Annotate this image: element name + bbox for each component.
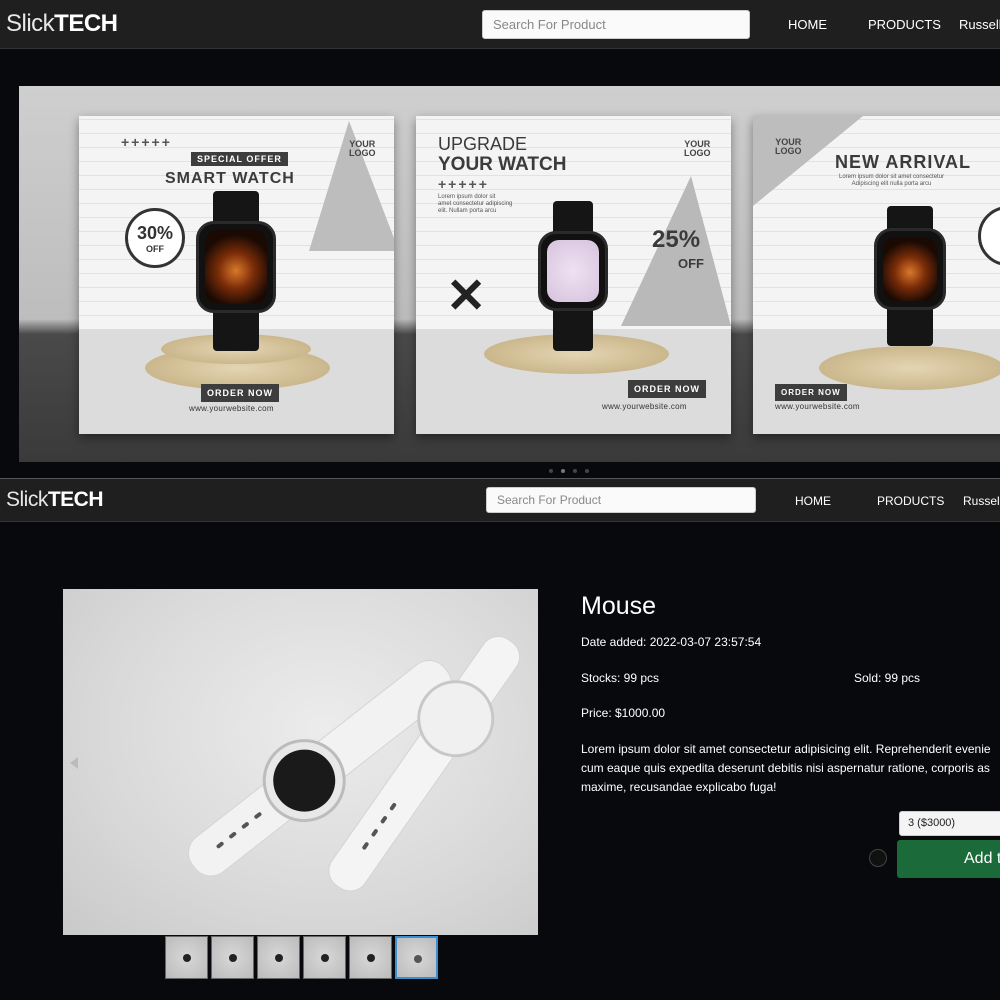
search-input[interactable]: Search For Product bbox=[486, 487, 756, 513]
product-date-added: Date added: 2022-03-07 23:57:54 bbox=[581, 635, 762, 649]
product-stocks: Stocks: 99 pcs bbox=[581, 671, 660, 685]
watch-case bbox=[196, 221, 276, 313]
nav-products-link[interactable]: PRODUCTS bbox=[877, 494, 944, 508]
product-title: Mouse bbox=[581, 592, 657, 620]
plus-pattern: +++++ bbox=[121, 134, 172, 150]
thumbnail-5[interactable] bbox=[349, 936, 392, 979]
nav-products-link[interactable]: PRODUCTS bbox=[868, 17, 941, 32]
nav-user-link[interactable]: Russell bbox=[959, 17, 1000, 32]
slide-small-text: Lorem ipsum dolor sit amet consectetur A… bbox=[839, 174, 945, 187]
order-now-button[interactable]: ORDER NOW bbox=[201, 384, 279, 402]
nav-user-link[interactable]: Russell bbox=[963, 494, 1000, 508]
carousel-dot-2[interactable] bbox=[561, 469, 565, 473]
thumbnail-2[interactable] bbox=[211, 936, 254, 979]
brand-logo-bold: TECH bbox=[54, 10, 118, 37]
carousel-dot-4[interactable] bbox=[585, 469, 589, 473]
top-navbar: SlickTECH Search For Product HOME PRODUC… bbox=[0, 0, 1000, 49]
your-logo-label: YOUR LOGO bbox=[684, 139, 711, 158]
carousel-indicators bbox=[549, 469, 589, 473]
carousel-dot-1[interactable] bbox=[549, 469, 553, 473]
product-main-image[interactable] bbox=[63, 589, 538, 935]
discount-off: OFF bbox=[678, 256, 704, 271]
watches-illustration bbox=[187, 635, 521, 892]
carousel-slide-3[interactable]: YOUR LOGO NEW ARRIVAL Lorem ipsum dolor … bbox=[753, 116, 1000, 434]
product-description: Lorem ipsum dolor sit amet consectetur a… bbox=[581, 742, 991, 794]
plus-pattern: +++++ bbox=[438, 176, 489, 192]
brand-logo[interactable]: SlickTECH bbox=[6, 488, 104, 512]
smartwatch-image bbox=[533, 201, 613, 356]
brand-logo-light: Slick bbox=[6, 10, 55, 37]
thumbnail-1[interactable] bbox=[165, 936, 208, 979]
discount-badge: 30% OFF bbox=[125, 208, 185, 268]
hero-carousel[interactable]: +++++ YOUR LOGO SPECIAL OFFER SMART WATC… bbox=[19, 86, 1000, 462]
website-url: www.yourwebsite.com bbox=[775, 402, 860, 411]
carousel-slide-2[interactable]: UPGRADE YOUR WATCH +++++ Lorem ipsum dol… bbox=[416, 116, 731, 434]
product-sold: Sold: 99 pcs bbox=[854, 671, 921, 685]
discount-value: 25% bbox=[652, 226, 701, 253]
image-prev-arrow-icon[interactable] bbox=[70, 757, 78, 769]
thumbnail-3[interactable] bbox=[257, 936, 300, 979]
thumbnail-6[interactable] bbox=[395, 936, 438, 979]
watch-case bbox=[874, 228, 946, 310]
watch-face bbox=[205, 230, 267, 304]
slide-headline-2: YOUR WATCH bbox=[438, 154, 567, 175]
thumbnail-strip bbox=[165, 936, 438, 979]
search-input[interactable]: Search For Product bbox=[482, 10, 750, 39]
discount-value: 30% bbox=[136, 223, 174, 243]
slide-headline: NEW ARRIVAL bbox=[835, 152, 971, 172]
carousel-dot-3[interactable] bbox=[573, 469, 577, 473]
slide-headline-1: UPGRADE bbox=[438, 134, 528, 154]
top-navbar-product-page: SlickTECH Search For Product HOME PRODUC… bbox=[0, 478, 1000, 522]
brand-logo[interactable]: SlickTECH bbox=[6, 10, 118, 38]
order-now-button[interactable]: ORDER NOW bbox=[628, 380, 706, 398]
slide-headline: SMART WATCH bbox=[165, 170, 295, 187]
quantity-select[interactable]: 3 ($3000) bbox=[899, 811, 1000, 836]
brand-logo-light: Slick bbox=[6, 488, 48, 511]
watch-face bbox=[547, 240, 599, 302]
thumbnail-4[interactable] bbox=[303, 936, 346, 979]
smartwatch-image bbox=[870, 206, 950, 356]
special-offer-tag: SPECIAL OFFER bbox=[191, 152, 288, 166]
product-price: Price: $1000.00 bbox=[581, 706, 666, 720]
order-now-button[interactable]: ORDER NOW bbox=[775, 384, 847, 401]
your-logo-label: YOUR LOGO bbox=[775, 137, 802, 156]
x-decor-icon: ✕ bbox=[446, 270, 487, 323]
carousel-slide-1[interactable]: +++++ YOUR LOGO SPECIAL OFFER SMART WATC… bbox=[79, 116, 394, 434]
brand-logo-bold: TECH bbox=[47, 488, 104, 511]
nav-home-link[interactable]: HOME bbox=[788, 17, 827, 32]
discount-value: 5 bbox=[981, 223, 1000, 244]
website-url: www.yourwebsite.com bbox=[602, 402, 687, 411]
circle-control-icon[interactable] bbox=[869, 849, 887, 867]
your-logo-label: YOUR LOGO bbox=[349, 139, 376, 158]
watch-case bbox=[538, 231, 608, 311]
slide-small-text: Lorem ipsum dolor sit amet consectetur a… bbox=[438, 194, 513, 214]
nav-home-link[interactable]: HOME bbox=[795, 494, 831, 508]
website-url: www.yourwebsite.com bbox=[189, 404, 274, 413]
smartwatch-image bbox=[196, 191, 276, 351]
add-to-cart-button[interactable]: Add t bbox=[897, 840, 1000, 878]
watch-face bbox=[883, 237, 937, 301]
discount-off: OFF bbox=[146, 244, 164, 254]
